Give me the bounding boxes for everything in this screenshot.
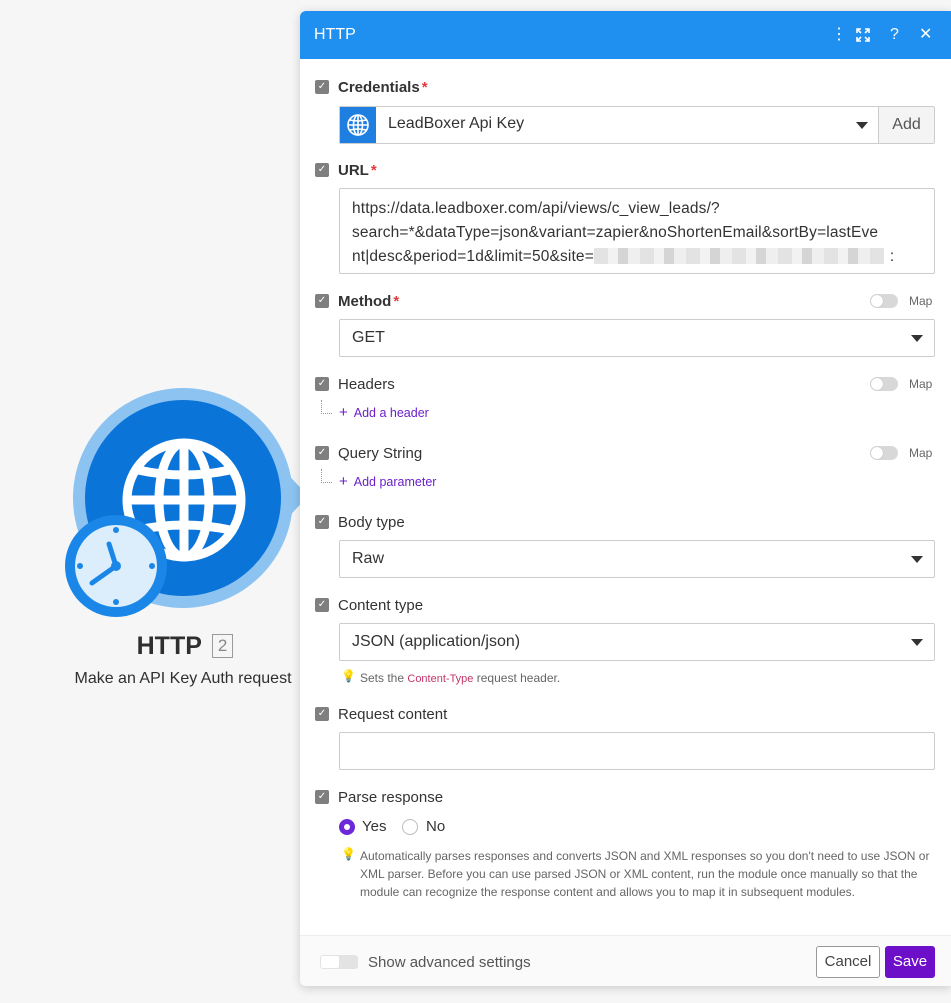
- more-vertical-icon[interactable]: ⋮: [831, 27, 847, 43]
- expand-icon[interactable]: [856, 28, 870, 42]
- close-icon[interactable]: ✕: [919, 27, 932, 43]
- query-string-label: Query String: [338, 445, 423, 462]
- module-settings-panel: HTTP ⋮ ? ✕ ✓ Credentials * LeadBoxer Api …: [300, 11, 951, 986]
- tree-connector: [321, 469, 332, 483]
- radio-yes[interactable]: [339, 819, 355, 835]
- panel-title: HTTP: [314, 26, 356, 43]
- method-select[interactable]: GET: [339, 319, 935, 357]
- content-type-select[interactable]: JSON (application/json): [339, 623, 935, 661]
- panel-header: HTTP ⋮ ? ✕: [300, 11, 951, 59]
- checkbox-icon[interactable]: ✓: [315, 515, 329, 529]
- parse-response-hint: Automatically parses responses and conve…: [360, 849, 930, 899]
- plus-icon: +: [339, 404, 348, 421]
- url-value: https://data.leadboxer.com/api/views/c_v…: [352, 197, 928, 269]
- content-type-label: Content type: [338, 597, 424, 614]
- chevron-down-icon[interactable]: [911, 639, 923, 646]
- add-parameter-link[interactable]: + Add parameter: [339, 473, 436, 490]
- request-content-label: Request content: [338, 706, 448, 723]
- credentials-value: LeadBoxer Api Key: [388, 115, 525, 132]
- tree-connector: [321, 400, 332, 414]
- content-type-value: JSON (application/json): [352, 633, 521, 650]
- module-number-badge: 2: [211, 634, 234, 658]
- map-toggle[interactable]: [870, 446, 898, 460]
- advanced-settings-toggle[interactable]: [320, 955, 358, 969]
- request-content-input[interactable]: [339, 732, 935, 770]
- checkbox-icon[interactable]: ✓: [315, 707, 329, 721]
- checkbox-icon[interactable]: ✓: [315, 446, 329, 460]
- checkbox-icon[interactable]: ✓: [315, 377, 329, 391]
- save-button[interactable]: Save: [885, 946, 935, 978]
- radio-no[interactable]: [402, 819, 418, 835]
- credential-globe-icon: [340, 107, 376, 143]
- method-value: GET: [352, 329, 385, 346]
- chevron-down-icon[interactable]: [856, 122, 868, 129]
- cancel-button[interactable]: Cancel: [816, 946, 880, 978]
- help-icon[interactable]: ?: [890, 27, 899, 43]
- headers-label: Headers: [338, 376, 395, 393]
- chevron-down-icon[interactable]: [911, 556, 923, 563]
- advanced-settings-label[interactable]: Show advanced settings: [368, 954, 531, 971]
- url-line: search=*&dataType=json&variant=zapier&no…: [352, 224, 879, 241]
- panel-footer: Show advanced settings Cancel Save: [300, 935, 951, 986]
- map-toggle[interactable]: [870, 377, 898, 391]
- checkbox-icon[interactable]: ✓: [315, 294, 329, 308]
- credentials-select[interactable]: LeadBoxer Api Key Add: [339, 106, 935, 144]
- radio-yes-label[interactable]: Yes: [362, 818, 386, 835]
- radio-no-label[interactable]: No: [426, 818, 445, 835]
- checkbox-icon[interactable]: ✓: [315, 80, 329, 94]
- add-credential-button[interactable]: Add: [879, 107, 934, 143]
- clock-icon: [65, 515, 167, 617]
- parse-response-label: Parse response: [338, 789, 444, 806]
- checkbox-icon[interactable]: ✓: [315, 163, 329, 177]
- body-type-select[interactable]: Raw: [339, 540, 935, 578]
- content-type-hint: Sets the Content-Type request header.: [360, 671, 561, 685]
- lightbulb-icon: 💡: [341, 847, 356, 861]
- url-line: https://data.leadboxer.com/api/views/c_v…: [352, 200, 720, 217]
- map-label: Map: [909, 446, 933, 460]
- body-type-value: Raw: [352, 550, 385, 567]
- body-type-label: Body type: [338, 514, 405, 531]
- module-title-text: HTTP: [136, 632, 202, 660]
- chevron-down-icon[interactable]: [911, 335, 923, 342]
- checkbox-icon[interactable]: ✓: [315, 598, 329, 612]
- map-label: Map: [909, 377, 933, 391]
- lightbulb-icon: 💡: [341, 669, 356, 683]
- checkbox-icon[interactable]: ✓: [315, 790, 329, 804]
- url-line: nt|desc&period=1d&limit=50&site=:: [352, 248, 895, 265]
- map-toggle[interactable]: [870, 294, 898, 308]
- map-label: Map: [909, 294, 933, 308]
- plus-icon: +: [339, 473, 348, 490]
- url-input[interactable]: https://data.leadboxer.com/api/views/c_v…: [339, 188, 935, 274]
- add-header-link[interactable]: + Add a header: [339, 404, 429, 421]
- credentials-label: Credentials *: [338, 79, 428, 96]
- url-label: URL *: [338, 162, 377, 179]
- redacted-site-id: [593, 248, 884, 264]
- method-label: Method *: [338, 293, 400, 310]
